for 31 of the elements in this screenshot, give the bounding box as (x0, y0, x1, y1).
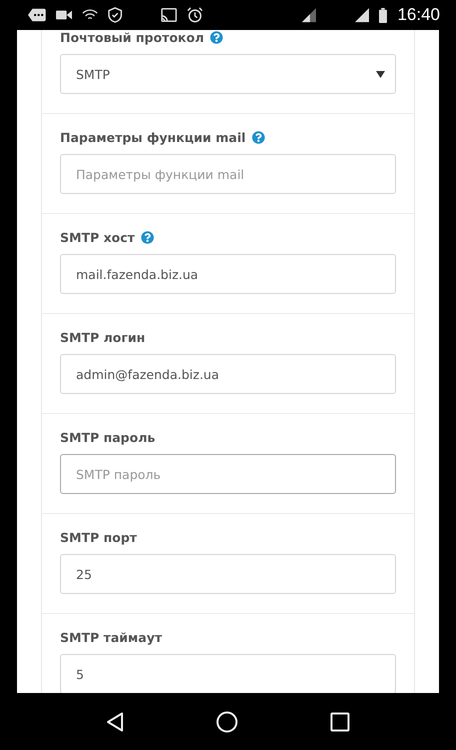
input-field[interactable]: mail.fazenda.biz.ua (60, 254, 396, 294)
alarm-icon (187, 6, 204, 24)
field-label: SMTP логин (60, 330, 146, 345)
shield-icon (108, 6, 122, 24)
back-icon (106, 712, 124, 732)
recents-icon (330, 712, 350, 732)
field-label: SMTP хост (60, 230, 135, 245)
help-icon[interactable] (252, 131, 265, 144)
video-icon (56, 9, 72, 21)
protocol-select[interactable]: SMTP (60, 54, 396, 94)
field-label: SMTP таймаут (60, 630, 162, 645)
field-label: SMTP порт (60, 530, 137, 545)
help-icon[interactable] (210, 31, 224, 44)
message-icon (28, 8, 46, 22)
input-field[interactable]: 25 (60, 554, 396, 594)
field-label: Параметры функции mail (60, 130, 246, 145)
home-icon (216, 710, 238, 732)
input-field[interactable]: 5 (60, 654, 396, 693)
input-field[interactable]: SMTP пароль (60, 454, 396, 494)
input-field[interactable]: Параметры функции mail (60, 154, 396, 194)
field-label: Почтовый протокол (60, 30, 204, 45)
help-icon[interactable] (140, 231, 154, 244)
input-field[interactable]: admin@fazenda.biz.ua (60, 354, 396, 394)
battery-icon (379, 6, 388, 24)
cast-icon (161, 7, 178, 23)
clock-time: 16:40 (397, 5, 440, 25)
signal-icon (355, 7, 370, 23)
caret-icon (376, 70, 385, 78)
wifi-icon (82, 8, 98, 22)
signal-icon (302, 7, 316, 23)
field-label: SMTP пароль (60, 430, 156, 445)
